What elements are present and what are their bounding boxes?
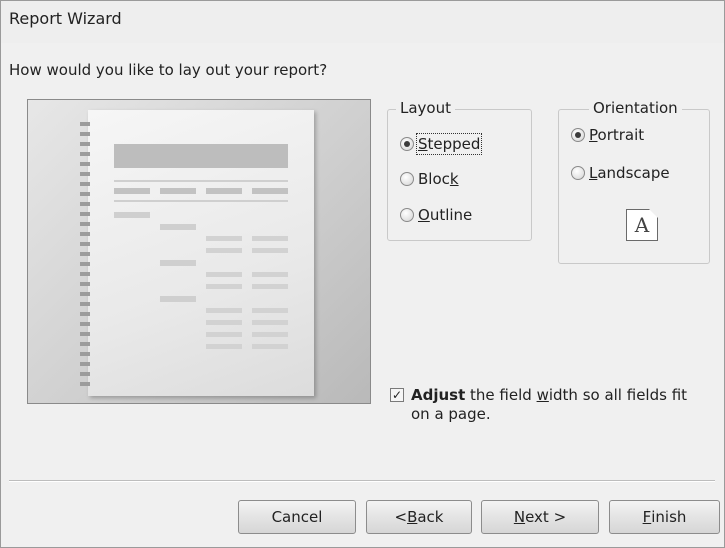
preview-title-bar xyxy=(114,144,288,168)
preview-detail-row xyxy=(252,308,288,313)
preview-detail-row xyxy=(252,248,288,253)
block-label: Block xyxy=(418,170,459,188)
adjust-width-checkbox[interactable]: ✓ xyxy=(390,388,404,402)
landscape-label: Landscape xyxy=(589,164,670,182)
preview-detail-row xyxy=(206,344,242,349)
preview-group-2 xyxy=(160,296,196,302)
preview-detail-row xyxy=(252,332,288,337)
adjust-width-label: Adjust the field width so all fields fit… xyxy=(411,386,688,423)
preview-detail-row xyxy=(206,236,242,241)
preview-header-cell xyxy=(206,188,242,194)
finish-button[interactable]: Finish xyxy=(609,500,720,534)
preview-detail-row xyxy=(206,272,242,277)
preview-detail-row xyxy=(206,284,242,289)
preview-report-page xyxy=(80,110,314,396)
preview-rule xyxy=(114,180,288,182)
wizard-content: How would you like to lay out your repor… xyxy=(1,43,724,547)
portrait-radio[interactable] xyxy=(571,128,585,142)
preview-rule xyxy=(114,200,288,202)
wizard-question: How would you like to lay out your repor… xyxy=(9,61,328,79)
preview-detail-row xyxy=(206,332,242,337)
outline-radio[interactable] xyxy=(400,208,414,222)
preview-detail-row xyxy=(252,344,288,349)
next-button[interactable]: Next > xyxy=(481,500,599,534)
preview-detail-row xyxy=(206,248,242,253)
preview-group-2 xyxy=(160,224,196,230)
orientation-option-portrait[interactable]: Portrait xyxy=(571,126,644,144)
preview-detail-row xyxy=(252,320,288,325)
preview-detail-row xyxy=(252,272,288,277)
layout-option-outline[interactable]: Outline xyxy=(400,206,472,224)
preview-detail-row xyxy=(206,320,242,325)
window-title: Report Wizard xyxy=(9,9,122,28)
preview-detail-row xyxy=(206,308,242,313)
button-divider xyxy=(9,480,715,482)
preview-detail-row xyxy=(252,284,288,289)
portrait-label: Portrait xyxy=(589,126,645,144)
layout-option-stepped[interactable]: Stepped xyxy=(400,133,483,155)
layout-group-label: Layout xyxy=(396,99,455,117)
preview-header-cell xyxy=(114,188,150,194)
stepped-label: Stepped xyxy=(415,133,483,155)
orientation-option-landscape[interactable]: Landscape xyxy=(571,164,670,182)
orientation-group-label: Orientation xyxy=(589,99,682,117)
layout-group: Layout Stepped Block Outline xyxy=(387,99,532,241)
preview-header-cell xyxy=(252,188,288,194)
outline-label: Outline xyxy=(418,206,473,224)
orientation-group: Orientation Portrait Landscape A xyxy=(558,99,710,264)
stepped-radio[interactable] xyxy=(400,137,414,151)
landscape-radio[interactable] xyxy=(571,166,585,180)
block-radio[interactable] xyxy=(400,172,414,186)
cancel-button[interactable]: Cancel xyxy=(238,500,356,534)
layout-preview-image xyxy=(27,99,371,404)
title-bar: Report Wizard xyxy=(1,1,724,43)
binding-holes xyxy=(80,122,90,390)
report-wizard-window: Report Wizard How would you like to lay … xyxy=(0,0,725,548)
portrait-page-icon: A xyxy=(626,209,658,241)
preview-detail-row xyxy=(252,236,288,241)
layout-option-block[interactable]: Block xyxy=(400,170,459,188)
preview-group-2 xyxy=(160,260,196,266)
preview-group-1 xyxy=(114,212,150,218)
preview-header-cell xyxy=(160,188,196,194)
back-button[interactable]: < Back xyxy=(366,500,472,534)
